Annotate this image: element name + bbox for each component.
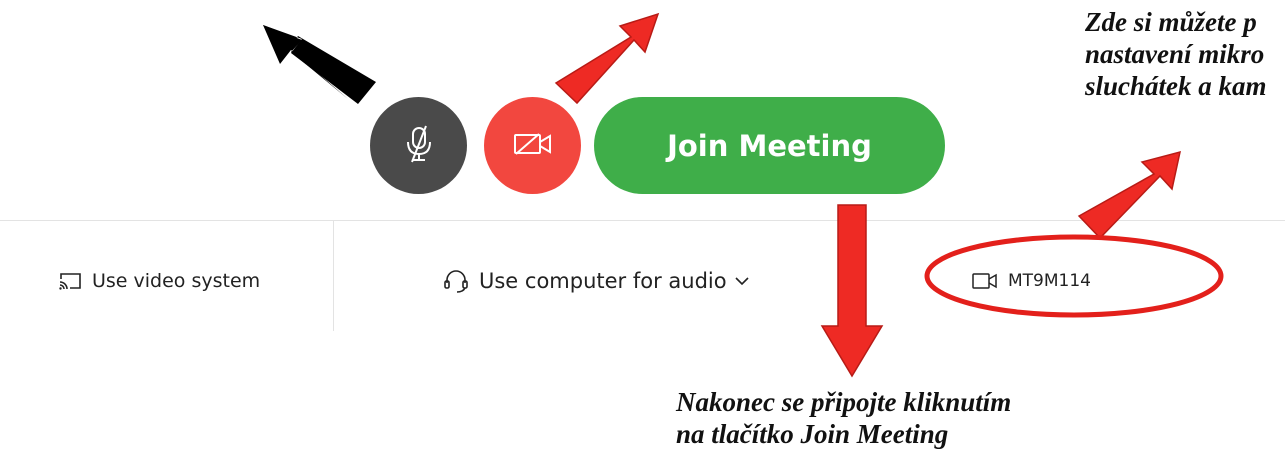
red-arrow-settings-icon — [1077, 150, 1181, 240]
annotation-line: nastavení mikro — [1085, 39, 1265, 69]
mute-button[interactable] — [370, 97, 467, 194]
red-arrow-video-icon — [554, 12, 660, 105]
cast-screen-icon — [58, 271, 82, 291]
video-toggle-button[interactable] — [484, 97, 581, 194]
annotation-line: na tlačítko Join Meeting — [676, 419, 949, 449]
webex-join-screen: Join Meeting Use video system Use comput… — [0, 0, 1285, 452]
camera-name-label: MT9M114 — [1008, 271, 1091, 291]
join-meeting-button[interactable]: Join Meeting — [594, 97, 945, 194]
red-arrow-down-icon — [820, 204, 884, 378]
annotation-join-hint: Nakonec se připojte kliknutím na tlačítk… — [676, 386, 1011, 450]
camera-selector[interactable]: MT9M114 — [972, 264, 1091, 298]
annotation-line: Zde si můžete p — [1085, 7, 1257, 37]
annotation-line: Nakonec se připojte kliknutím — [676, 387, 1012, 417]
audio-option-label: Use computer for audio — [479, 269, 727, 293]
horizontal-divider — [0, 220, 1285, 221]
chevron-down-icon — [735, 276, 749, 286]
black-arrow-body-icon — [263, 25, 376, 104]
annotation-settings-hint: Zde si můžete p nastavení mikro slucháte… — [1085, 6, 1267, 102]
join-meeting-label: Join Meeting — [667, 128, 872, 163]
use-video-system-label: Use video system — [92, 270, 261, 292]
use-video-system-option[interactable]: Use video system — [58, 264, 260, 298]
black-arrow-icon — [263, 25, 371, 99]
vertical-divider — [333, 221, 334, 331]
microphone-muted-icon — [404, 125, 434, 167]
camera-icon — [972, 272, 998, 290]
headset-icon — [443, 268, 469, 294]
annotation-line: sluchátek a kam — [1085, 71, 1267, 101]
video-off-icon — [513, 131, 553, 161]
audio-option-dropdown[interactable]: Use computer for audio — [443, 264, 749, 298]
